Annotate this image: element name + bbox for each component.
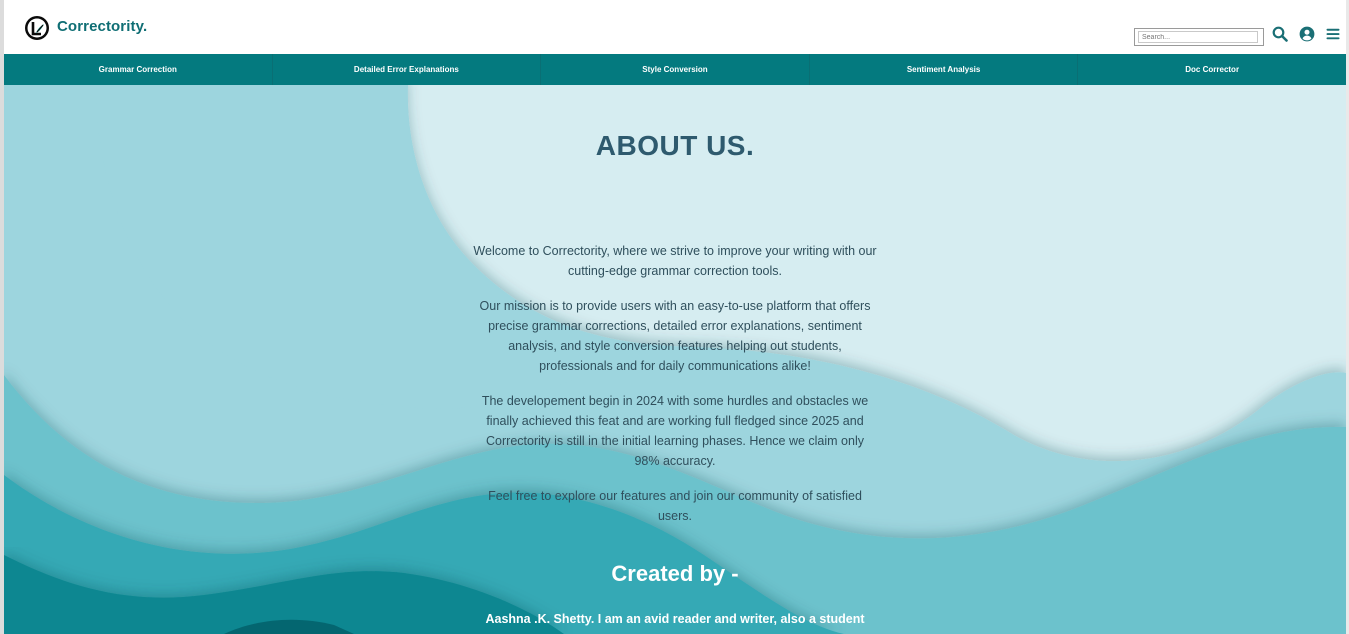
main-nav: Grammar Correction Detailed Error Explan…	[4, 54, 1346, 85]
about-section: ABOUT US. Welcome to Correctority, where…	[4, 85, 1346, 634]
nav-item-sentiment-analysis[interactable]: Sentiment Analysis	[810, 54, 1079, 85]
nav-item-grammar-correction[interactable]: Grammar Correction	[4, 54, 273, 85]
search-input[interactable]	[1138, 31, 1258, 43]
search-icon[interactable]	[1272, 26, 1288, 42]
about-paragraph-history: The developement begin in 2024 with some…	[481, 394, 869, 468]
nav-item-style-conversion[interactable]: Style Conversion	[541, 54, 810, 85]
about-paragraph-invite: Feel free to explore our features and jo…	[488, 489, 862, 523]
about-paragraph-welcome: Welcome to Correctority, where we strive…	[473, 244, 877, 278]
search-container	[1134, 28, 1264, 46]
site-header: Correctority.	[4, 0, 1346, 54]
hamburger-menu-icon[interactable]	[1325, 26, 1341, 42]
about-paragraph-mission: Our mission is to provide users with an …	[479, 299, 871, 373]
created-by-heading: Created by -	[611, 561, 739, 586]
user-circle-icon[interactable]	[1299, 26, 1315, 42]
page-frame: Correctority. Grammar Correction Detaile…	[0, 0, 1349, 634]
page-title: ABOUT US.	[595, 130, 755, 161]
nav-item-detailed-error-explanations[interactable]: Detailed Error Explanations	[273, 54, 542, 85]
nav-item-doc-corrector[interactable]: Doc Corrector	[1078, 54, 1346, 85]
creator-description: Aashna .K. Shetty. I am an avid reader a…	[485, 612, 865, 626]
brand-name[interactable]: Correctority.	[57, 18, 147, 35]
logo-icon[interactable]	[24, 15, 50, 41]
